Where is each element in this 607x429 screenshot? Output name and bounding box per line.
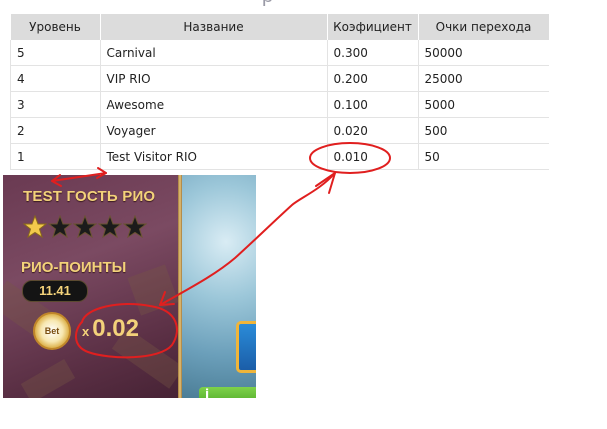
star-empty-icon — [123, 215, 147, 239]
player-level-title: TEST ГОСТЬ РИО — [23, 188, 156, 205]
game-action-button[interactable]: i — [199, 387, 256, 398]
cell-level: 1 — [10, 143, 101, 170]
cell-coefficient: 0.300 — [327, 40, 419, 66]
star-filled-icon — [23, 215, 47, 239]
cell-coefficient: 0.200 — [327, 65, 419, 92]
star-empty-icon — [48, 215, 72, 239]
cell-level: 3 — [10, 91, 101, 118]
cell-coefficient: 0.100 — [327, 91, 419, 118]
bet-multiplier: x 0.02 — [82, 315, 139, 343]
header-transition-points[interactable]: Очки перехода — [418, 14, 550, 40]
table-row: 5 Carnival 0.300 50000 — [10, 40, 549, 66]
star-empty-icon — [98, 215, 122, 239]
multiplier-value: 0.02 — [92, 315, 139, 342]
game-status-panel: TEST ГОСТЬ РИО РИО-ПОИНТЫ 11.41 Bet x 0.0… — [3, 175, 256, 398]
cell-points: 5000 — [418, 91, 549, 118]
cell-name: Awesome — [100, 91, 328, 118]
cell-name: Voyager — [100, 117, 328, 144]
table-row: 2 Voyager 0.020 500 — [10, 117, 549, 144]
background-shard — [20, 358, 76, 398]
multiplier-prefix: x — [82, 324, 90, 339]
header-name[interactable]: Название — [100, 14, 328, 40]
cell-coefficient: 0.020 — [327, 117, 419, 144]
star-empty-icon — [73, 215, 97, 239]
level-stars — [23, 215, 147, 239]
header-coefficient[interactable]: Коэфициент — [327, 14, 419, 40]
header-level[interactable]: Уровень — [10, 14, 101, 40]
game-side-button[interactable] — [236, 321, 256, 373]
annotation-connector-head-top — [315, 172, 336, 194]
panel-divider — [178, 175, 182, 398]
cell-name: VIP RIO — [100, 65, 328, 92]
background-shard — [127, 264, 179, 316]
bet-coin-icon: Bet — [33, 312, 71, 350]
cell-points: 25000 — [418, 65, 549, 92]
levels-table: Уровень Название Коэфициент Очки переход… — [10, 14, 550, 170]
page-title-fragment: p — [262, 0, 302, 6]
cell-level: 2 — [10, 117, 101, 144]
cell-level: 5 — [10, 40, 101, 66]
cell-coefficient: 0.010 — [327, 143, 419, 170]
alert-icon: i — [205, 387, 210, 398]
cell-level: 4 — [10, 65, 101, 92]
cell-points: 50000 — [418, 40, 549, 66]
table-header-row: Уровень Название Коэфициент Очки переход… — [10, 14, 550, 40]
points-label: РИО-ПОИНТЫ — [21, 259, 127, 276]
table-row: 3 Awesome 0.100 5000 — [10, 91, 549, 118]
cell-points: 50 — [418, 143, 549, 170]
table-row: 1 Test Visitor RIO 0.010 50 — [10, 143, 549, 170]
cell-name: Test Visitor RIO — [100, 143, 328, 170]
points-value: 11.41 — [22, 280, 88, 302]
cell-points: 500 — [418, 117, 549, 144]
cell-name: Carnival — [100, 40, 328, 66]
table-row: 4 VIP RIO 0.200 25000 — [10, 65, 549, 92]
